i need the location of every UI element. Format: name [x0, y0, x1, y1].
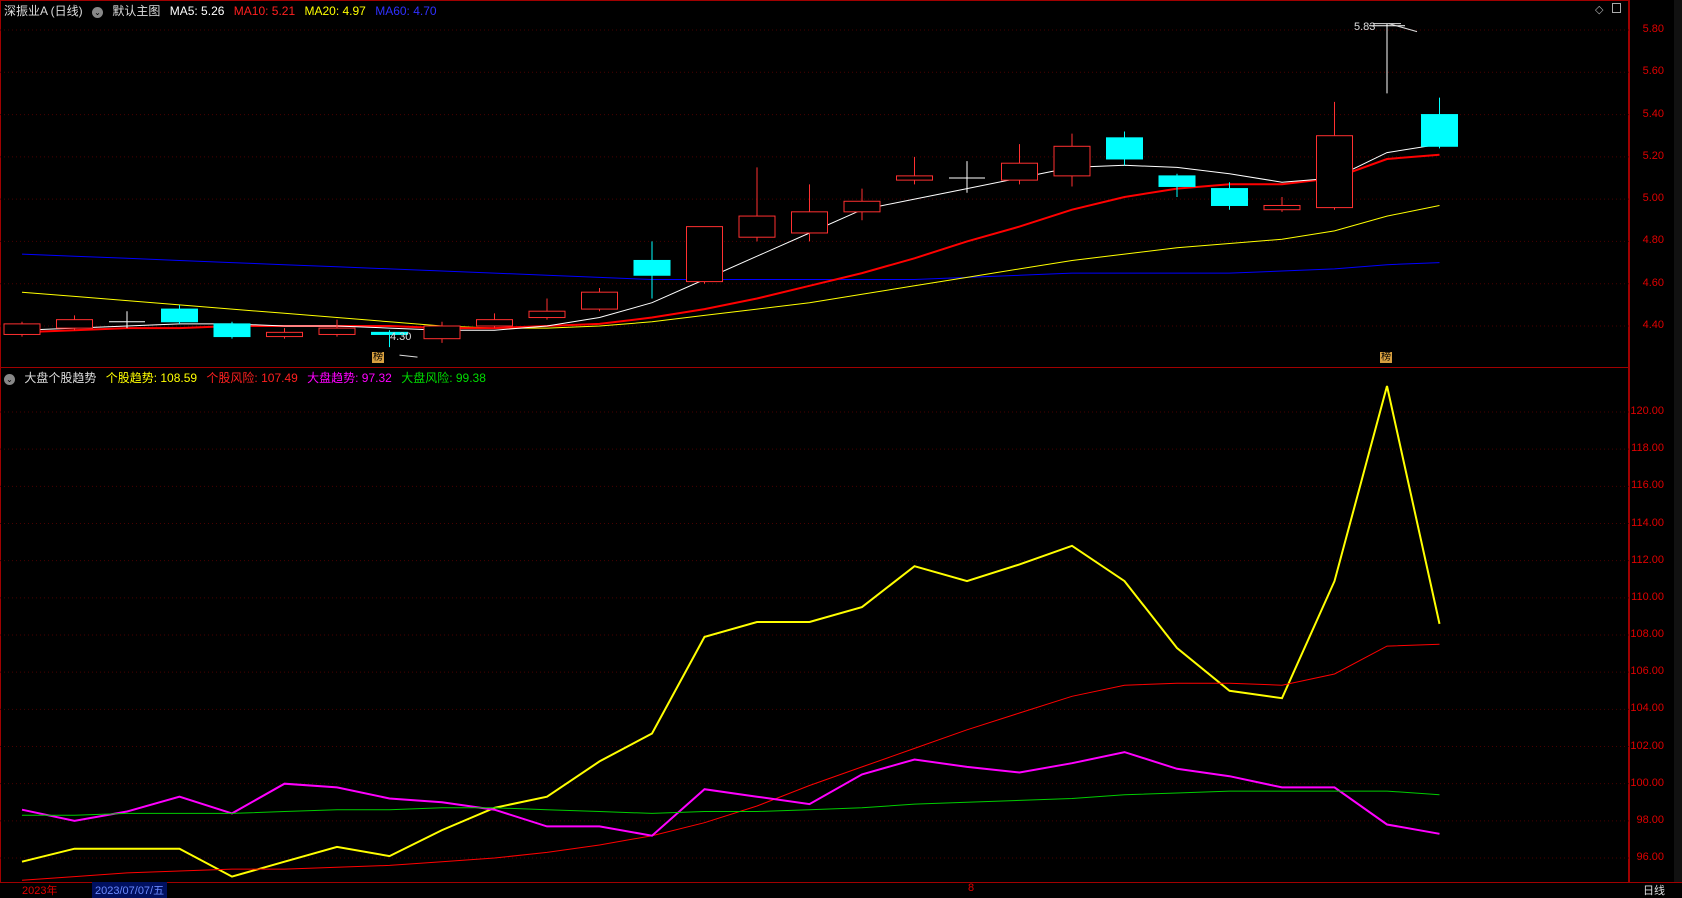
high-pointer-arrow	[1388, 23, 1418, 33]
event-tag-right[interactable]: 榜	[1380, 352, 1392, 363]
candle-body	[581, 291, 618, 310]
indicator-tick-label: 96.00	[1636, 851, 1664, 863]
year-label: 2023年	[22, 885, 58, 897]
ma20-line	[21, 205, 1440, 329]
indicator-tick-label: 112.00	[1631, 553, 1664, 566]
candle-body	[633, 259, 671, 276]
price-tick-label: 5.60	[1642, 65, 1664, 78]
event-tag-left[interactable]: 榜	[372, 352, 384, 363]
indicator-tick-label: 104.00	[1630, 702, 1664, 715]
candle-body	[1106, 137, 1143, 160]
price-tick-label: 5.40	[1642, 107, 1664, 120]
indicator-tick-label: 116.00	[1631, 479, 1664, 492]
candle-body	[1211, 188, 1248, 206]
month-marker: 8	[968, 882, 975, 894]
candle-body	[738, 215, 776, 238]
candle-body	[161, 308, 198, 323]
candle-body	[791, 211, 828, 234]
chart-canvas[interactable]	[0, 0, 1629, 882]
indicator-tick-label: 114.00	[1631, 516, 1664, 529]
candle-body	[476, 319, 513, 327]
candle-body	[56, 319, 93, 329]
market-trend-line	[21, 751, 1440, 837]
indicator-tick-label: 100.00	[1630, 776, 1664, 789]
candle-body	[213, 323, 251, 338]
candle-body	[686, 226, 723, 283]
price-tick-label: 5.80	[1642, 23, 1664, 35]
stock-trend-line	[21, 385, 1441, 878]
time-axis-bar	[0, 882, 1682, 895]
candle-body	[3, 323, 41, 335]
stock-risk-line	[21, 643, 1440, 881]
indicator-tick-label: 106.00	[1630, 665, 1664, 678]
right-scrollbar[interactable]	[1674, 0, 1682, 895]
indicator-tick-label: 120.00	[1630, 405, 1664, 417]
ma60-line	[21, 253, 1440, 280]
candle-body	[843, 200, 881, 213]
indicator-tick-label: 108.00	[1630, 628, 1664, 640]
price-tick-label: 5.20	[1642, 149, 1664, 162]
indicator-tick-label: 98.00	[1636, 813, 1664, 826]
candle-body	[1263, 204, 1301, 211]
candle-body	[423, 325, 461, 340]
price-tick-label: 4.60	[1642, 276, 1664, 289]
price-tick-label: 4.40	[1642, 319, 1664, 331]
high-price-label: 5.83	[1354, 21, 1376, 33]
indicator-tick-label: 102.00	[1630, 739, 1664, 752]
low-price-label: 4.30	[390, 331, 412, 343]
low-pointer	[399, 354, 418, 358]
ma5-line	[21, 143, 1440, 331]
indicator-tick-label: 110.00	[1631, 590, 1664, 603]
candle-body	[1158, 175, 1196, 187]
candle-body	[318, 327, 356, 335]
candle-body	[1001, 162, 1038, 181]
candle-body	[528, 310, 566, 319]
candle-body	[266, 331, 303, 338]
indicator-tick-label: 118.00	[1631, 442, 1664, 455]
candle-body	[1053, 145, 1091, 177]
date-label: 2023/07/07/五	[92, 882, 168, 898]
price-tick-label: 4.80	[1642, 234, 1664, 247]
candle-body	[896, 175, 933, 181]
price-tick-label: 5.00	[1642, 192, 1664, 205]
candle-body	[1421, 114, 1458, 147]
period-button[interactable]: 日线	[1643, 882, 1665, 898]
candle-body	[1316, 135, 1353, 209]
